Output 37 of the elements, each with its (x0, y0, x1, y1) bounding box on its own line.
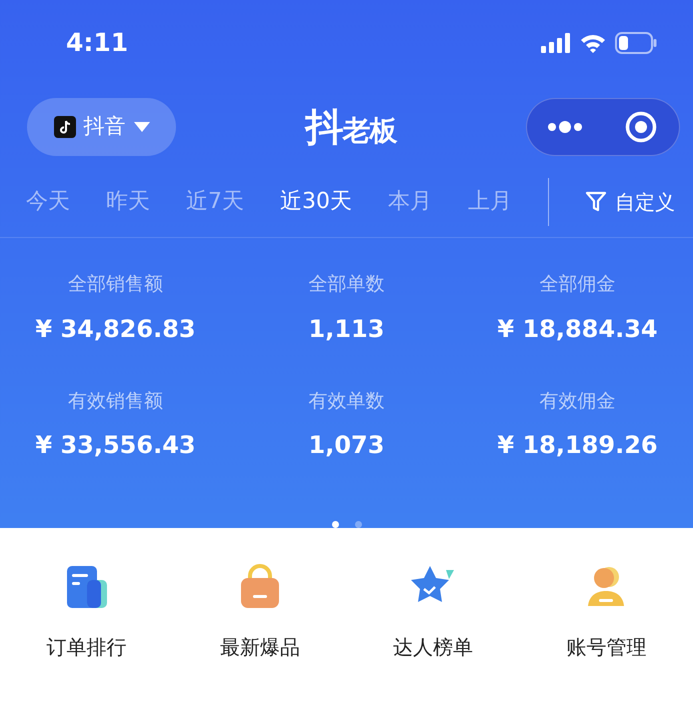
more-icon[interactable] (547, 121, 583, 133)
stat-label: 有效佣金 (538, 388, 616, 414)
app-title: 抖老板 (306, 104, 396, 150)
date-tab[interactable]: 本月 (388, 185, 432, 218)
shortcut-button[interactable]: 订单排行 (46, 564, 127, 662)
shortcut-button[interactable]: 账号管理 (566, 564, 646, 662)
caret-icon (134, 122, 150, 132)
shortcut-button[interactable]: 最新爆品 (220, 564, 300, 662)
stat-value: 1,073 (308, 430, 386, 461)
custom-filter-button[interactable]: 自定义 (585, 186, 675, 216)
page-dot[interactable] (354, 521, 362, 528)
date-tab[interactable]: 今天 (26, 185, 70, 218)
music-note-icon (54, 116, 76, 138)
stat-label: 有效销售额 (67, 388, 164, 414)
platform-selector[interactable]: 抖音 (27, 98, 176, 156)
stat-value: ¥ 18,189.26 (496, 430, 659, 461)
stat-label: 全部销售额 (67, 272, 164, 297)
wifi-icon (579, 33, 607, 53)
date-tab[interactable]: 近30天 (280, 185, 352, 218)
date-tab[interactable]: 昨天 (106, 185, 150, 218)
date-tab[interactable]: 近7天 (186, 185, 244, 218)
stat-value: ¥ 18,884.34 (496, 314, 659, 344)
page-dot[interactable] (332, 521, 338, 528)
close-target-icon[interactable] (625, 111, 657, 143)
stat-value: ¥ 34,826.83 (34, 314, 197, 344)
date-tab[interactable]: 上月 (468, 185, 512, 218)
stat-value: ¥ 33,556.43 (34, 430, 197, 461)
filter-icon (585, 190, 607, 212)
stat-label: 有效单数 (308, 388, 386, 414)
battery-icon (615, 32, 657, 54)
signal-icon (541, 33, 571, 53)
shortcut-button[interactable]: 达人榜单 (393, 564, 474, 662)
stat-label: 全部单数 (308, 272, 386, 297)
document-icon (64, 564, 109, 610)
stat-value: 1,113 (308, 314, 386, 344)
status-time: 4:11 (66, 27, 128, 60)
stat-label: 全部佣金 (538, 272, 616, 297)
